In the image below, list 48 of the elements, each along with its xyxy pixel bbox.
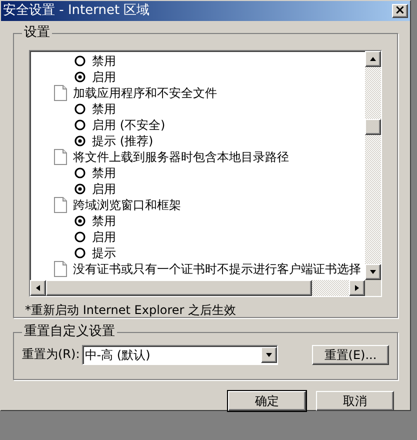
option-label[interactable]: 禁用 [92, 52, 116, 70]
radio-button[interactable] [74, 246, 86, 258]
setting-label: 跨域浏览窗口和框架 [73, 196, 181, 214]
cancel-button[interactable]: 取消 [316, 390, 394, 410]
ok-button[interactable]: 确定 [228, 390, 306, 410]
option-label[interactable]: 启用 [92, 228, 116, 246]
option-label[interactable]: 禁用 [92, 212, 116, 230]
down-arrow-icon [369, 268, 377, 276]
setting-label: 将文件上载到服务器时包含本地目录路径 [73, 148, 289, 166]
horizontal-scrollbar[interactable] [30, 280, 381, 296]
document-icon [54, 196, 67, 212]
radio-button[interactable] [74, 134, 86, 146]
dropdown-arrow-icon [264, 350, 273, 358]
setting-label: 没有证书或只有一个证书时不提示进行客户端证书选择 [73, 260, 361, 278]
restart-note: *重新启动 Internet Explorer 之后生效 [25, 302, 238, 318]
radio-button[interactable] [74, 102, 86, 114]
option-label[interactable]: 启用 (不安全) [92, 116, 166, 134]
scrollbar-corner [365, 280, 381, 296]
option-label[interactable]: 提示 (推荐) [92, 132, 154, 150]
option-label[interactable]: 禁用 [92, 164, 116, 182]
window-title: 安全设置 - Internet 区域 [3, 2, 150, 20]
radio-button[interactable] [74, 182, 86, 194]
radio-button[interactable] [74, 118, 86, 130]
option-label[interactable]: 启用 [92, 180, 116, 198]
right-arrow-icon [353, 284, 361, 292]
reset-button[interactable]: 重置(E)... [312, 344, 389, 364]
scrollbar-thumb[interactable] [365, 118, 381, 134]
group-title: 重置自定义设置 [22, 324, 117, 340]
radio-button[interactable] [74, 70, 86, 82]
option-label[interactable]: 禁用 [92, 100, 116, 118]
document-icon [54, 148, 67, 164]
reset-to-label: 重置为(R): [22, 346, 80, 362]
radio-button[interactable] [74, 230, 86, 242]
document-icon [54, 84, 67, 100]
document-icon [54, 260, 67, 276]
level-dropdown[interactable]: 中-高 (默认) [82, 344, 278, 364]
setting-label: 加载应用程序和不安全文件 [73, 84, 217, 102]
vertical-scrollbar[interactable] [365, 50, 381, 280]
radio-button[interactable] [74, 214, 86, 226]
option-label[interactable]: 提示 [92, 244, 116, 262]
group-title: 设置 [22, 24, 52, 40]
radio-button[interactable] [74, 166, 86, 178]
up-arrow-icon [369, 54, 377, 62]
scrollbar-thumb[interactable] [46, 280, 312, 296]
radio-button[interactable] [74, 54, 86, 66]
option-label[interactable]: 启用 [92, 68, 116, 86]
close-button[interactable]: × [392, 4, 408, 18]
left-arrow-icon [34, 284, 42, 292]
